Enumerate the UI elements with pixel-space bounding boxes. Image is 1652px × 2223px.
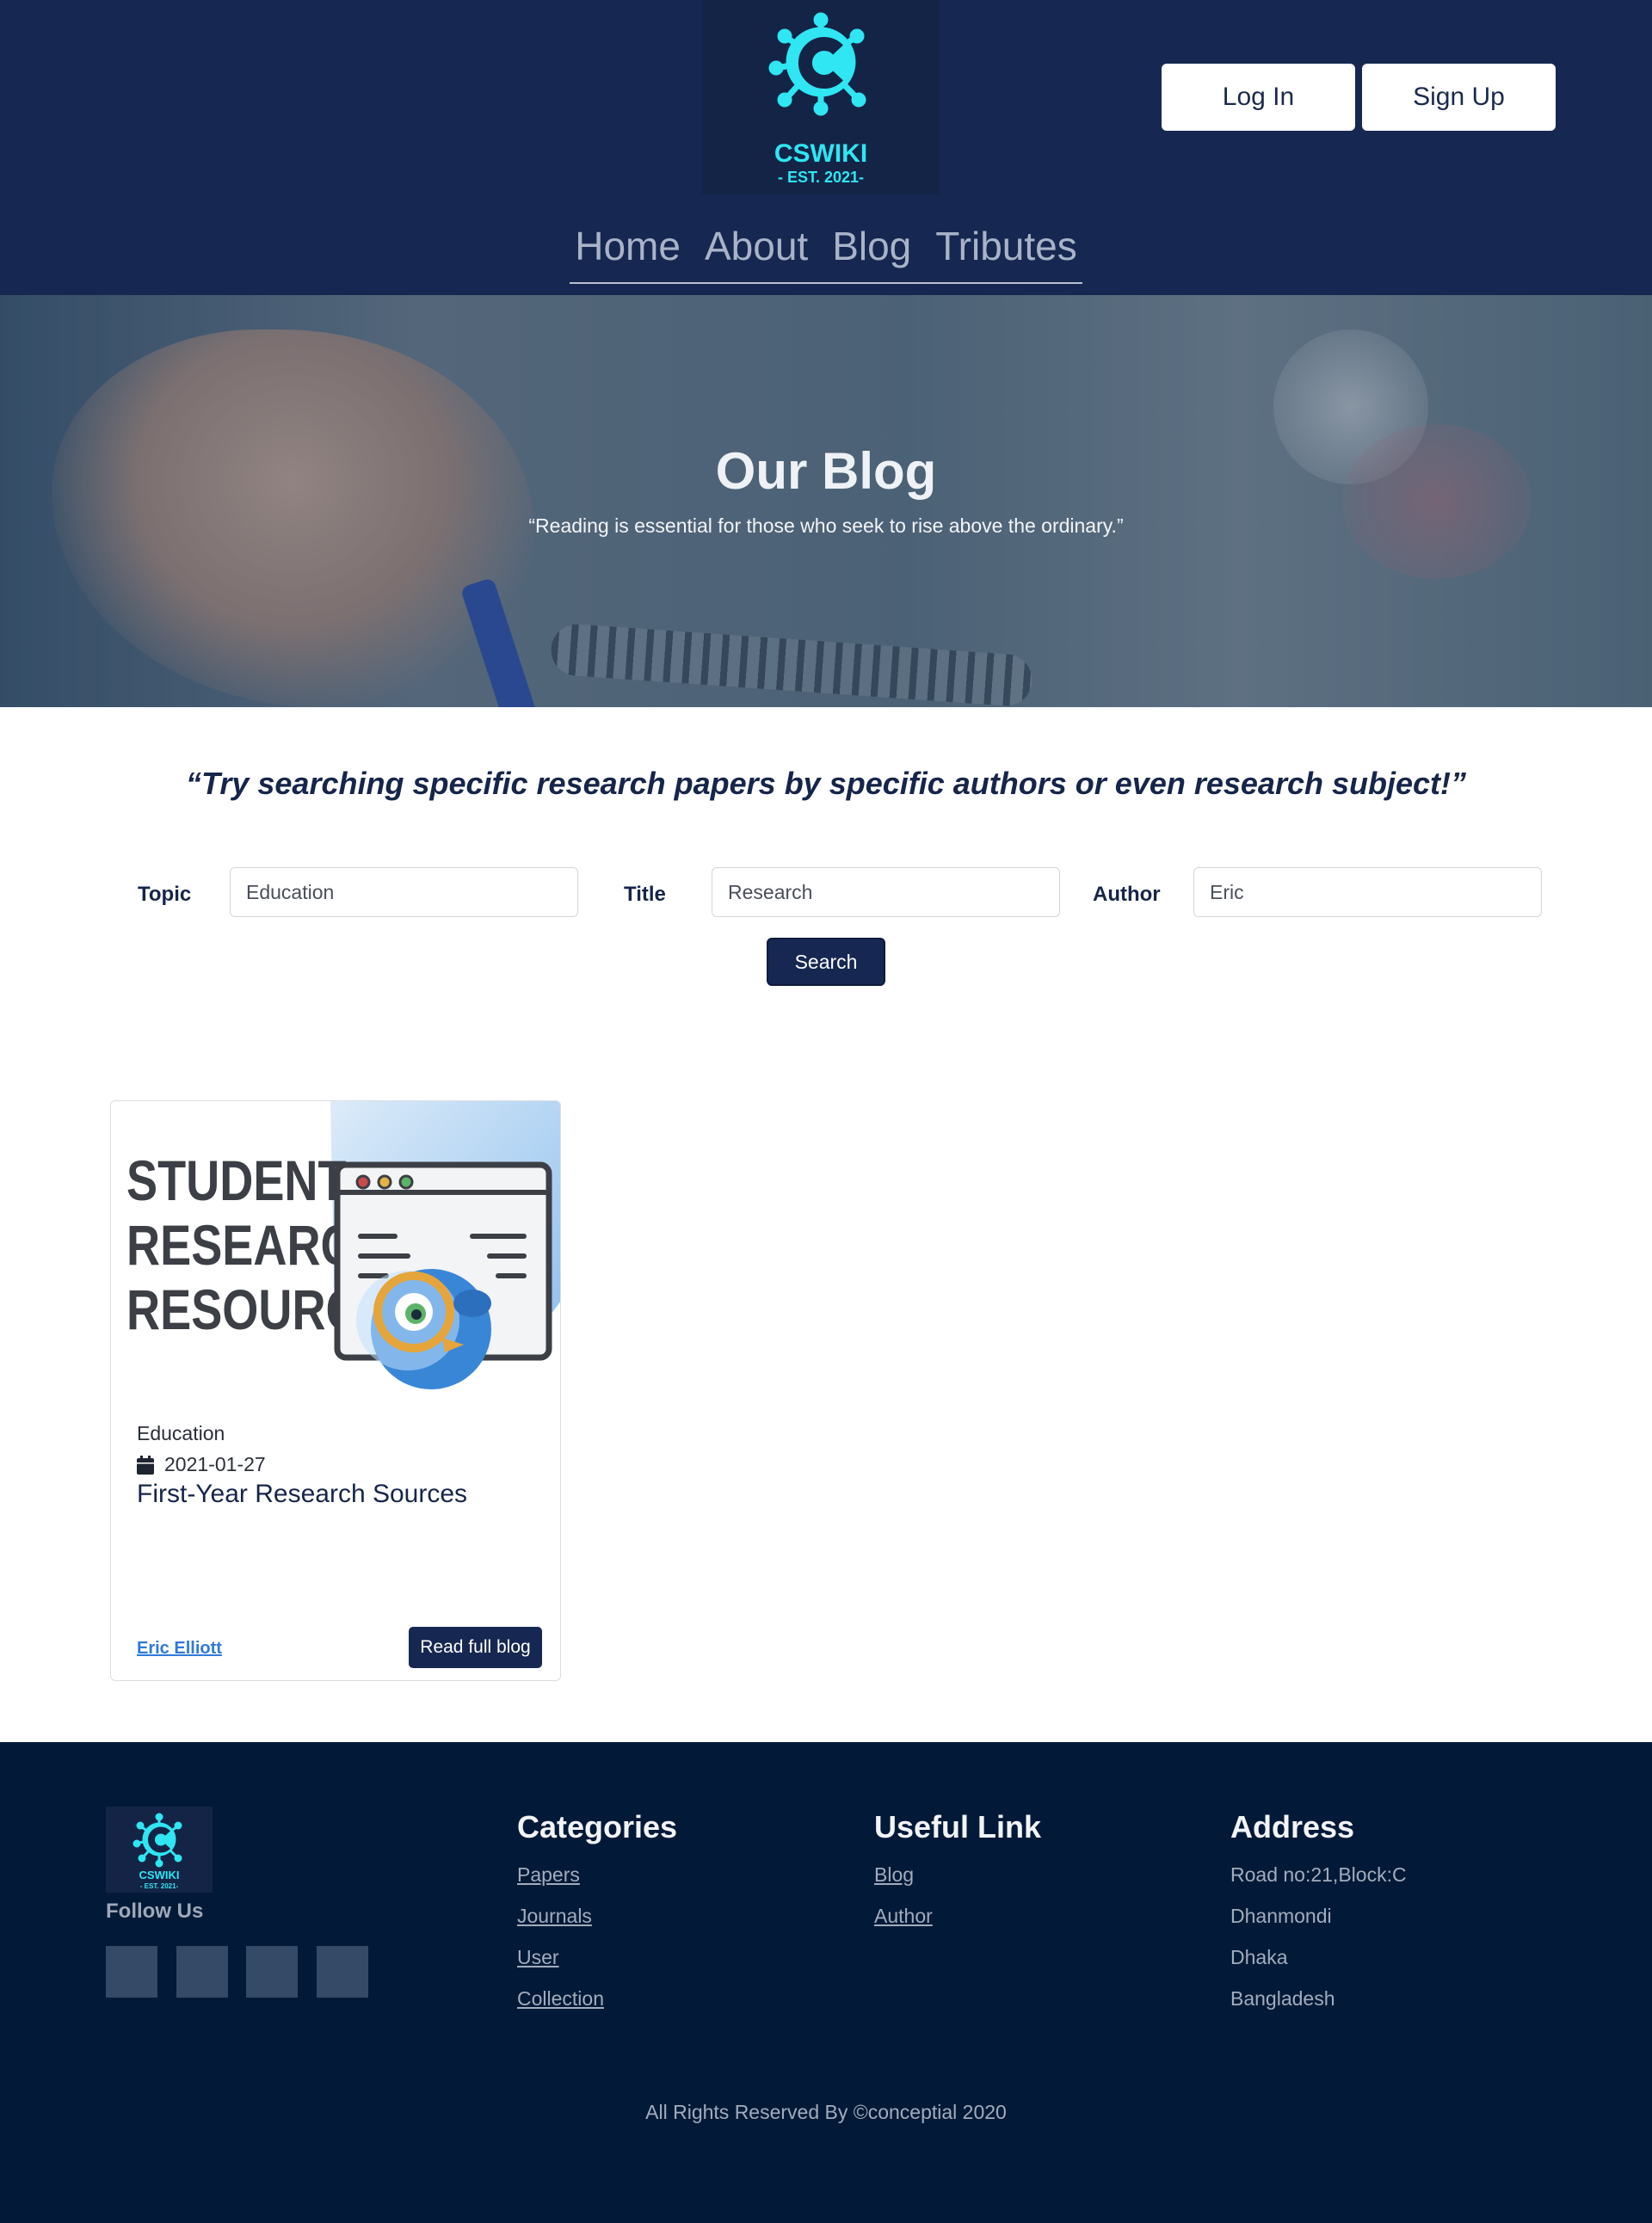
search-button[interactable]: Search	[767, 938, 885, 986]
card-title[interactable]: First-Year Research Sources	[137, 1480, 467, 1509]
logo-text: CSWIKI	[774, 139, 867, 168]
footer-logo[interactable]: CSWIKI - EST. 2021-	[106, 1807, 213, 1893]
virus-c-logo-icon: CSWIKI - EST. 2021-	[768, 12, 867, 186]
topic-input[interactable]	[230, 867, 578, 917]
login-button[interactable]: Log In	[1162, 64, 1355, 131]
main-nav: Home About Blog Tributes	[570, 217, 1082, 284]
footer-link-collection[interactable]: Collection	[517, 1987, 604, 2011]
virus-c-logo-icon: CSWIKI - EST. 2021-	[133, 1813, 182, 1890]
hero-banner: Our Blog “Reading is essential for those…	[0, 295, 1652, 707]
calendar-icon	[137, 1455, 154, 1475]
site-logo[interactable]: CSWIKI - EST. 2021-	[702, 0, 940, 194]
signup-button[interactable]: Sign Up	[1362, 64, 1556, 131]
address-line: Dhaka	[1230, 1946, 1288, 1968]
social-icon[interactable]	[106, 1946, 157, 1998]
categories-heading: Categories	[517, 1809, 678, 1844]
useful-link-heading: Useful Link	[874, 1809, 1042, 1844]
card-category: Education	[137, 1422, 225, 1444]
nav-blog[interactable]: Blog	[832, 217, 911, 282]
blog-card: STUDENT RESEARCH RESOURCES Education 202…	[110, 1100, 561, 1681]
nav-tributes[interactable]: Tributes	[935, 217, 1076, 282]
author-label: Author	[1093, 883, 1161, 906]
address-line: Road no:21,Block:C	[1230, 1863, 1407, 1886]
address-heading: Address	[1230, 1809, 1355, 1844]
address-line: Bangladesh	[1230, 1987, 1335, 2010]
footer-link-blog[interactable]: Blog	[874, 1863, 914, 1887]
footer-link-author[interactable]: Author	[874, 1905, 933, 1928]
hero-title: Our Blog	[715, 442, 937, 500]
footer-link-user[interactable]: User	[517, 1946, 559, 1969]
social-icon[interactable]	[246, 1946, 298, 1998]
title-label: Title	[624, 883, 666, 906]
card-image-text-1: STUDENT	[126, 1148, 347, 1212]
card-date-text: 2021-01-27	[164, 1453, 266, 1475]
search-quote: “Try searching specific research papers …	[186, 766, 1466, 801]
author-input[interactable]	[1193, 867, 1542, 917]
logo-subtext: - EST. 2021-	[778, 169, 864, 186]
social-icon[interactable]	[176, 1946, 228, 1998]
read-full-blog-button[interactable]: Read full blog	[409, 1627, 542, 1668]
hero-overlay	[0, 295, 1652, 707]
card-author-link[interactable]: Eric Elliott	[137, 1639, 222, 1659]
site-footer: CSWIKI - EST. 2021- Follow Us Categories…	[0, 1742, 1652, 2223]
title-input[interactable]	[712, 867, 1060, 917]
card-date: 2021-01-27	[137, 1453, 266, 1476]
hero-quote: “Reading is essential for those who seek…	[528, 514, 1124, 537]
footer-link-journals[interactable]: Journals	[517, 1905, 592, 1928]
footer-link-papers[interactable]: Papers	[517, 1863, 580, 1887]
topic-label: Topic	[138, 883, 192, 906]
footer-logo-subtext: - EST. 2021-	[140, 1882, 179, 1890]
blog-card-image[interactable]: STUDENT RESEARCH RESOURCES	[111, 1101, 560, 1391]
social-icon[interactable]	[317, 1946, 368, 1998]
address-line: Dhanmondi	[1230, 1905, 1332, 1927]
site-header: CSWIKI - EST. 2021- Log In Sign Up Home …	[0, 0, 1652, 295]
footer-logo-text: CSWIKI	[139, 1869, 180, 1881]
nav-about[interactable]: About	[705, 217, 808, 282]
copyright-text: All Rights Reserved By ©conceptial 2020	[645, 2101, 1007, 2123]
follow-us-label: Follow Us	[106, 1900, 204, 1923]
nav-home[interactable]: Home	[575, 217, 681, 282]
